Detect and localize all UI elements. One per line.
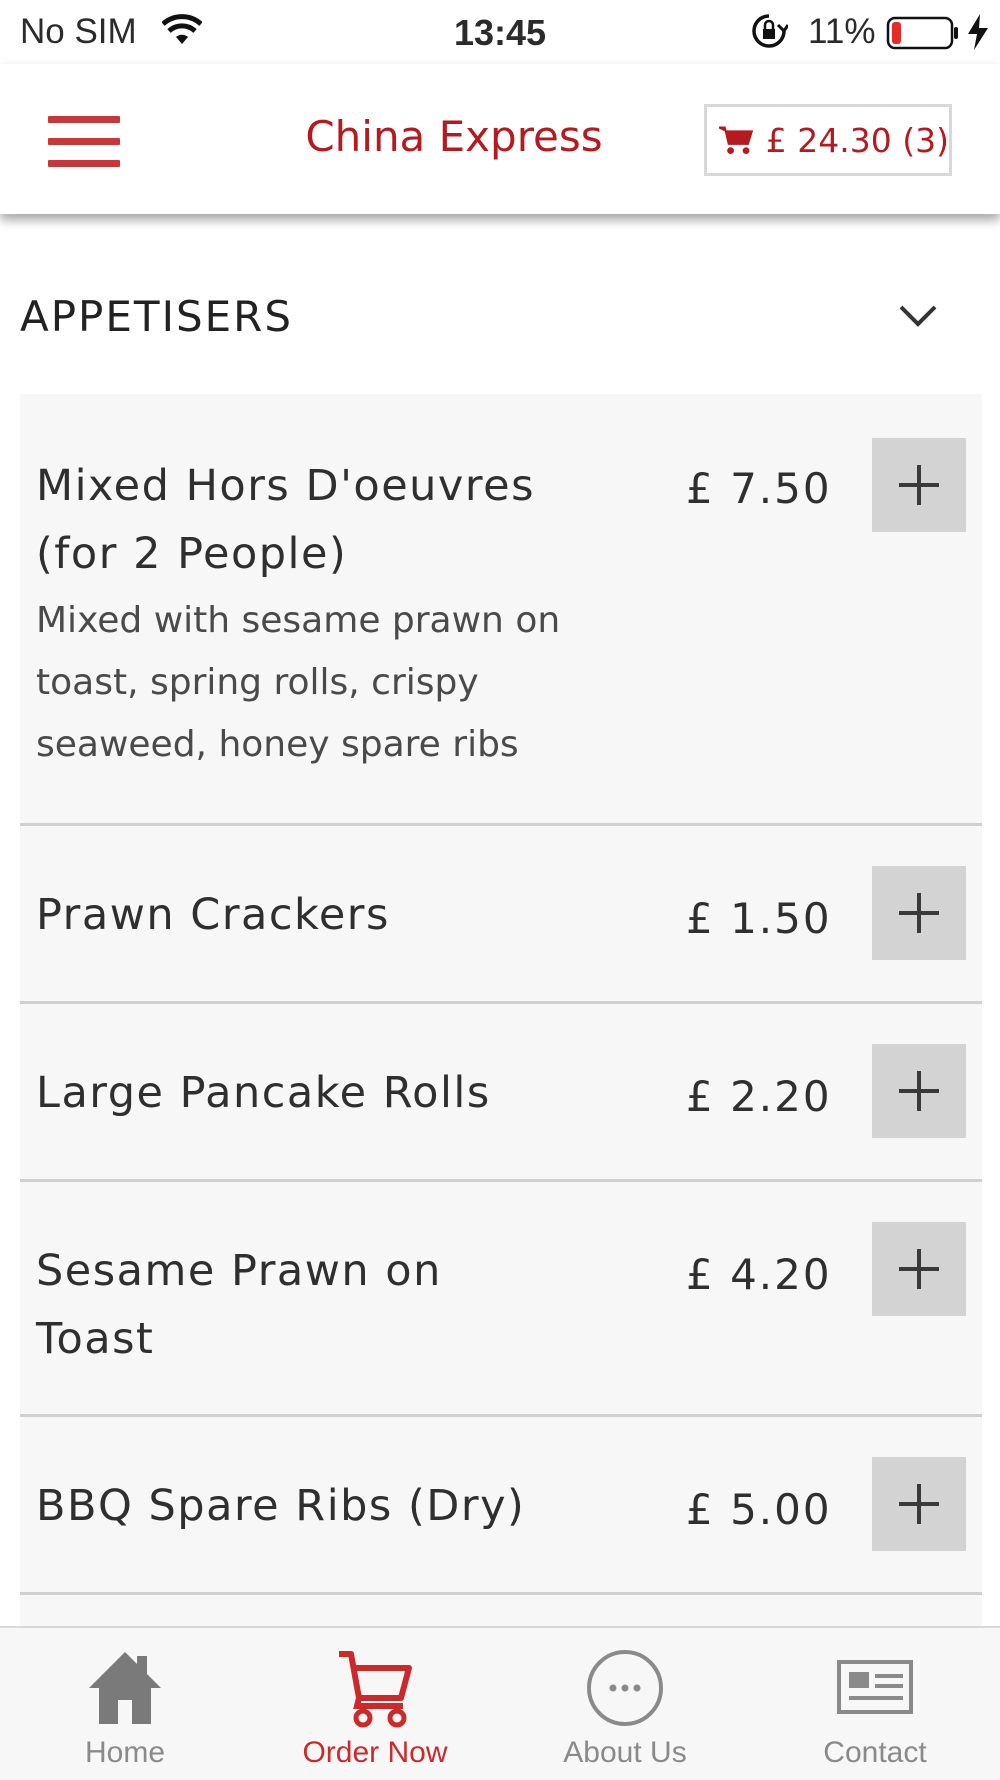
menu-item-name: Mixed Hors D'oeuvres (for 2 People): [36, 461, 535, 579]
menu-item-name: Prawn Crackers: [36, 890, 390, 940]
add-item-button[interactable]: [872, 1222, 966, 1316]
status-bar: No SIM 13:45 11%: [0, 0, 1000, 64]
cart-button[interactable]: £ 24.30 (3): [704, 104, 952, 176]
menu-item: BBQ Spare Ribs (Dry) £ 5.00: [20, 1417, 982, 1595]
add-item-button[interactable]: [872, 866, 966, 960]
menu-item-price: £ 5.00: [686, 1485, 832, 1534]
chevron-down-icon[interactable]: [898, 304, 938, 328]
menu-item-price: £ 4.20: [686, 1250, 832, 1299]
rotation-lock-icon: [752, 14, 788, 48]
tab-label: About Us: [563, 1736, 687, 1769]
bottom-tab-bar: Home Order Now About Us Contact: [0, 1626, 1000, 1780]
menu-item-price: £ 2.20: [686, 1072, 832, 1121]
menu-item: Large Pancake Rolls £ 2.20: [20, 1004, 982, 1182]
tab-contact[interactable]: Contact: [750, 1628, 1000, 1780]
category-header[interactable]: APPETISERS: [20, 290, 960, 350]
charging-bolt-icon: [968, 14, 988, 50]
tab-home[interactable]: Home: [0, 1628, 250, 1780]
menu-item-name: BBQ Spare Ribs (Dry): [36, 1481, 526, 1531]
menu-item: Mixed Hors D'oeuvres (for 2 People) Mixe…: [20, 394, 982, 826]
category-title: APPETISERS: [20, 292, 294, 341]
menu-item-list: Mixed Hors D'oeuvres (for 2 People) Mixe…: [20, 394, 982, 1715]
add-item-button[interactable]: [872, 438, 966, 532]
app-header: China Express £ 24.30 (3): [0, 64, 1000, 214]
menu-item: Sesame Prawn on Toast £ 4.20: [20, 1182, 982, 1417]
tab-label: Order Now: [302, 1736, 448, 1769]
tab-about-us[interactable]: About Us: [500, 1628, 750, 1780]
battery-percent: 11%: [808, 12, 876, 51]
add-item-button[interactable]: [872, 1457, 966, 1551]
menu-item-name: Sesame Prawn on Toast: [36, 1246, 442, 1364]
tab-label: Contact: [823, 1736, 927, 1769]
battery-icon: [886, 16, 958, 50]
cart-icon: [719, 126, 754, 155]
menu-item: Prawn Crackers £ 1.50: [20, 826, 982, 1004]
menu-item-price: £ 1.50: [686, 894, 832, 943]
menu-item-price: £ 7.50: [686, 464, 832, 513]
menu-item-description: Mixed with sesame prawn on toast, spring…: [36, 600, 561, 765]
tab-label: Home: [84, 1736, 166, 1769]
contact-card-icon: [837, 1660, 913, 1714]
tab-order-now[interactable]: Order Now: [250, 1628, 500, 1780]
add-item-button[interactable]: [872, 1044, 966, 1138]
menu-item-name: Large Pancake Rolls: [36, 1068, 491, 1118]
cart-icon: [339, 1651, 412, 1728]
more-dots-icon: [587, 1650, 663, 1726]
cart-total: £ 24.30 (3): [765, 120, 949, 160]
home-icon: [89, 1652, 161, 1724]
